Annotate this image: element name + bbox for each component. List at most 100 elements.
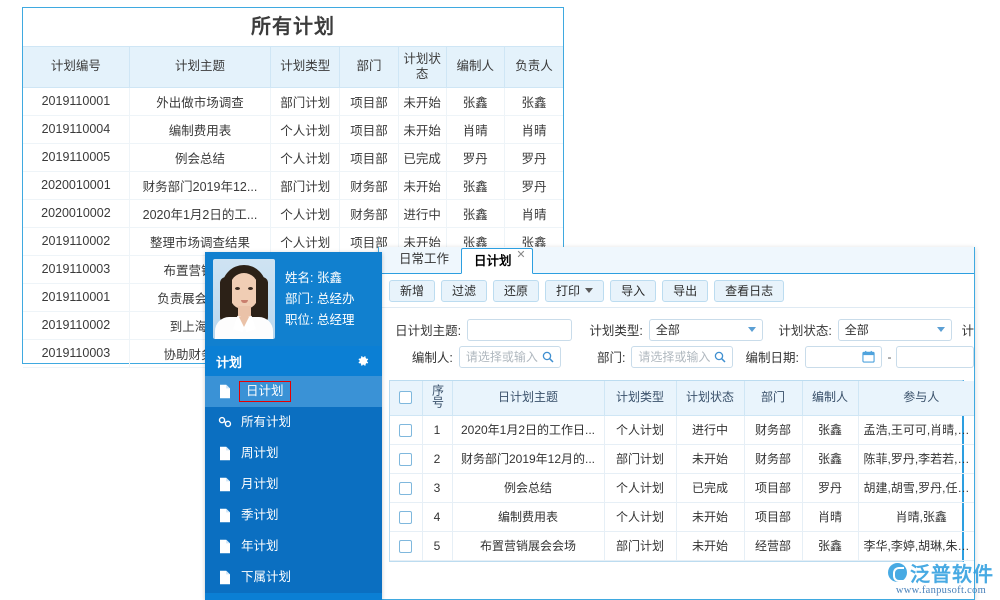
sidebar-item-label: 月计划 xyxy=(241,478,279,491)
column-header: 参与人 xyxy=(858,381,975,415)
checkbox-icon[interactable] xyxy=(399,540,412,553)
sidebar-item-2[interactable]: 所有计划 xyxy=(205,407,382,438)
date-range-separator: - xyxy=(887,350,891,364)
table-row[interactable]: 3例会总结个人计划已完成项目部罗丹胡建,胡雪,罗丹,任晓... xyxy=(390,473,975,502)
add-button[interactable]: 新增 xyxy=(389,280,435,302)
table-row[interactable]: 5布置营销展会会场部门计划未开始经营部张鑫李华,李婷,胡琳,朱浩然 xyxy=(390,531,975,560)
sidebar-item-3[interactable]: 周计划 xyxy=(205,438,382,469)
search-icon[interactable] xyxy=(542,351,554,363)
table-cell: 2019110001 xyxy=(23,283,129,311)
filter-row-2: 编制人: 请选择或输入 部门: 请选择或输入 编制日期: xyxy=(379,343,974,370)
row-type: 个人计划 xyxy=(604,502,676,531)
link-icon xyxy=(218,415,232,430)
gear-icon[interactable] xyxy=(356,354,370,368)
row-subject[interactable]: 财务部门2019年12月的... xyxy=(452,444,604,473)
subject-input[interactable] xyxy=(467,319,571,341)
sidebar-item-7[interactable]: 下属计划 xyxy=(205,562,382,593)
table-row[interactable]: 12020年1月2日的工作日...个人计划进行中财务部张鑫孟浩,王可可,肖晴,张… xyxy=(390,415,975,444)
table-row[interactable]: 2019110001外出做市场调查部门计划项目部未开始张鑫张鑫 xyxy=(23,87,563,115)
sidebar-item-label: 季计划 xyxy=(241,509,279,522)
toolbar: 新增 过滤 还原 打印 导入 导出 查看日志 xyxy=(379,274,974,308)
table-row[interactable]: 2020010001财务部门2019年12...部门计划财务部未开始张鑫罗丹 xyxy=(23,171,563,199)
row-type: 部门计划 xyxy=(604,444,676,473)
date-from-input[interactable] xyxy=(805,346,883,368)
table-row[interactable]: 20200100022020年1月2日的工...个人计划财务部进行中张鑫肖晴 xyxy=(23,199,563,227)
date-to-input[interactable] xyxy=(896,346,974,368)
row-index: 5 xyxy=(422,531,452,560)
table-cell: 张鑫 xyxy=(446,171,504,199)
date-label: 编制日期: xyxy=(745,347,798,366)
search-icon[interactable] xyxy=(714,351,726,363)
row-participants: 胡建,胡雪,罗丹,任晓... xyxy=(858,473,975,502)
view-log-button[interactable]: 查看日志 xyxy=(714,280,784,302)
close-icon[interactable]: ✕ xyxy=(516,250,525,260)
row-checkbox-cell[interactable] xyxy=(390,502,422,531)
sidebar-item-4[interactable]: 月计划 xyxy=(205,469,382,500)
row-subject[interactable]: 2020年1月2日的工作日... xyxy=(452,415,604,444)
profile-info: 姓名: 张鑫 部门: 总经办 职位: 总经理 xyxy=(285,268,354,331)
tab-daily-plan[interactable]: 日计划 ✕ xyxy=(461,248,533,274)
table-cell: 2019110002 xyxy=(23,227,129,255)
restore-button[interactable]: 还原 xyxy=(493,280,539,302)
print-button[interactable]: 打印 xyxy=(545,280,604,302)
table-row[interactable]: 2019110005例会总结个人计划项目部已完成罗丹罗丹 xyxy=(23,143,563,171)
row-subject[interactable]: 例会总结 xyxy=(452,473,604,502)
table-cell: 罗丹 xyxy=(505,143,564,171)
row-subject[interactable]: 编制费用表 xyxy=(452,502,604,531)
row-checkbox-cell[interactable] xyxy=(390,531,422,560)
row-checkbox-cell[interactable] xyxy=(390,415,422,444)
table-cell: 2020010002 xyxy=(23,199,129,227)
column-header: 计划类型 xyxy=(604,381,676,415)
document-icon xyxy=(218,539,232,554)
tab-daily-work[interactable]: 日常工作 xyxy=(387,247,461,273)
row-participants: 李华,李婷,胡琳,朱浩然 xyxy=(858,531,975,560)
status-select[interactable]: 全部 xyxy=(838,319,952,341)
type-select[interactable]: 全部 xyxy=(649,319,763,341)
document-icon xyxy=(218,384,232,399)
calendar-icon[interactable] xyxy=(862,350,875,363)
row-index: 1 xyxy=(422,415,452,444)
row-status: 未开始 xyxy=(676,444,744,473)
checkbox-icon[interactable] xyxy=(399,453,412,466)
creator-input[interactable]: 请选择或输入 xyxy=(459,346,561,368)
sidebar-item-label: 下属计划 xyxy=(241,571,291,584)
sidebar-item-6[interactable]: 年计划 xyxy=(205,531,382,562)
row-checkbox-cell[interactable] xyxy=(390,444,422,473)
select-all-checkbox-cell[interactable] xyxy=(390,381,422,415)
dept-input[interactable]: 请选择或输入 xyxy=(631,346,733,368)
button-label: 新增 xyxy=(400,282,424,299)
app-root: 所有计划 计划编号 计划主题 计划类型 部门 计划状态 编制人 负责人 2019… xyxy=(0,0,1000,600)
checkbox-icon[interactable] xyxy=(399,391,412,404)
checkbox-icon[interactable] xyxy=(399,511,412,524)
sidebar-item-label: 所有计划 xyxy=(241,416,291,429)
row-department: 财务部 xyxy=(744,444,802,473)
table-cell: 例会总结 xyxy=(129,143,270,171)
checkbox-icon[interactable] xyxy=(399,424,412,437)
column-header: 计划主题 xyxy=(129,47,270,87)
row-status: 已完成 xyxy=(676,473,744,502)
export-button[interactable]: 导出 xyxy=(662,280,708,302)
filter-button[interactable]: 过滤 xyxy=(441,280,487,302)
button-label: 导出 xyxy=(673,282,697,299)
row-checkbox-cell[interactable] xyxy=(390,473,422,502)
table-cell: 罗丹 xyxy=(505,171,564,199)
table-row[interactable]: 2财务部门2019年12月的...部门计划未开始财务部张鑫陈菲,罗丹,李若若,罗… xyxy=(390,444,975,473)
row-status: 未开始 xyxy=(676,531,744,560)
row-status: 进行中 xyxy=(676,415,744,444)
button-label: 查看日志 xyxy=(725,282,773,299)
table-row[interactable]: 2019110004编制费用表个人计划项目部未开始肖晴肖晴 xyxy=(23,115,563,143)
table-row[interactable]: 4编制费用表个人计划未开始项目部肖晴肖晴,张鑫 xyxy=(390,502,975,531)
sidebar-item-label: 年计划 xyxy=(241,540,279,553)
table-cell: 2019110002 xyxy=(23,311,129,339)
profile-position: 职位: 总经理 xyxy=(285,310,354,331)
table-cell: 张鑫 xyxy=(446,199,504,227)
sidebar-item-5[interactable]: 季计划 xyxy=(205,500,382,531)
checkbox-icon[interactable] xyxy=(399,482,412,495)
table-cell: 财务部 xyxy=(340,199,398,227)
import-button[interactable]: 导入 xyxy=(610,280,656,302)
column-header: 编制人 xyxy=(446,47,504,87)
sidebar-item-1[interactable]: 日计划 xyxy=(205,376,382,407)
document-icon xyxy=(218,477,232,492)
status-label: 计划状态: xyxy=(775,320,832,339)
row-subject[interactable]: 布置营销展会会场 xyxy=(452,531,604,560)
